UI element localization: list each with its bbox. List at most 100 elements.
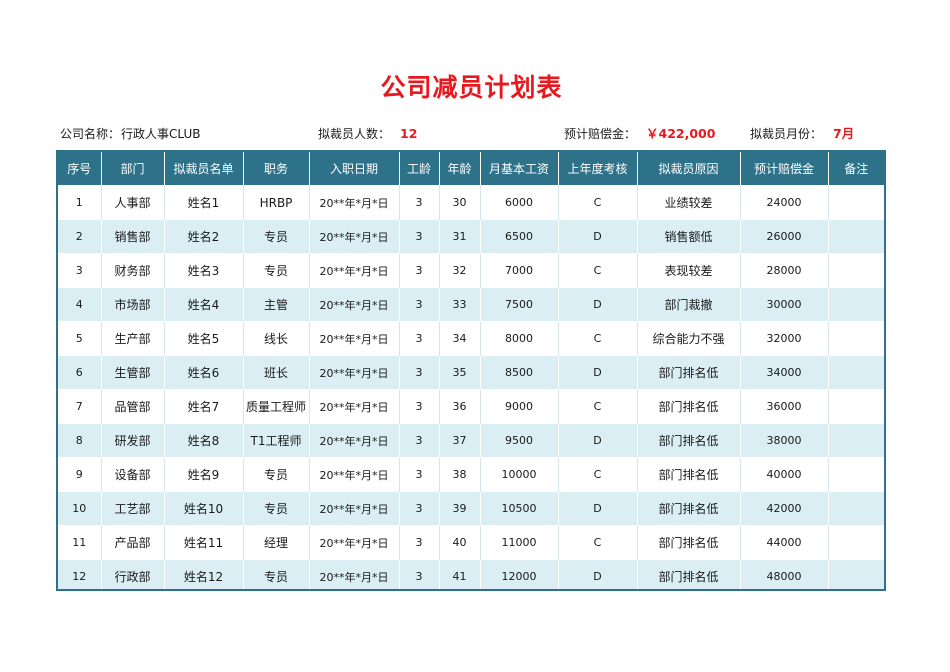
table-cell[interactable]: 3 — [399, 253, 440, 288]
table-cell[interactable]: C — [558, 321, 638, 356]
table-cell[interactable]: 10 — [58, 491, 102, 526]
table-cell[interactable]: 部门排名低 — [637, 559, 741, 589]
table-cell[interactable]: D — [558, 219, 638, 254]
table-cell[interactable]: 部门排名低 — [637, 423, 741, 458]
table-cell[interactable]: 姓名1 — [164, 185, 244, 220]
table-cell[interactable]: 33 — [439, 287, 481, 322]
table-cell[interactable]: 姓名7 — [164, 389, 244, 424]
table-cell[interactable]: 3 — [399, 457, 440, 492]
table-cell[interactable]: D — [558, 355, 638, 390]
table-cell[interactable]: 20**年*月*日 — [309, 491, 400, 526]
table-cell[interactable]: 32000 — [740, 321, 829, 356]
table-cell[interactable]: 42000 — [740, 491, 829, 526]
table-cell[interactable]: 40 — [439, 525, 481, 560]
table-cell[interactable]: C — [558, 185, 638, 220]
table-cell[interactable]: 20**年*月*日 — [309, 423, 400, 458]
table-cell[interactable]: 财务部 — [101, 253, 165, 288]
table-cell[interactable]: 8 — [58, 423, 102, 458]
table-cell[interactable]: 市场部 — [101, 287, 165, 322]
table-cell[interactable]: 姓名5 — [164, 321, 244, 356]
table-cell[interactable]: 35 — [439, 355, 481, 390]
table-cell[interactable]: 生产部 — [101, 321, 165, 356]
table-cell[interactable]: 32 — [439, 253, 481, 288]
table-cell[interactable]: 7000 — [480, 253, 559, 288]
table-cell[interactable]: 30 — [439, 185, 481, 220]
table-cell[interactable]: 姓名4 — [164, 287, 244, 322]
table-cell[interactable]: 6000 — [480, 185, 559, 220]
table-cell[interactable]: 部门裁撤 — [637, 287, 741, 322]
table-cell[interactable]: 姓名6 — [164, 355, 244, 390]
table-cell[interactable]: 部门排名低 — [637, 457, 741, 492]
table-cell[interactable]: 20**年*月*日 — [309, 559, 400, 589]
table-cell[interactable]: 部门排名低 — [637, 525, 741, 560]
table-cell[interactable]: 经理 — [243, 525, 310, 560]
table-cell[interactable]: 48000 — [740, 559, 829, 589]
table-cell[interactable]: 37 — [439, 423, 481, 458]
table-cell[interactable] — [828, 423, 884, 458]
table-cell[interactable]: 38 — [439, 457, 481, 492]
table-cell[interactable] — [828, 321, 884, 356]
table-cell[interactable]: 7 — [58, 389, 102, 424]
table-cell[interactable]: 36000 — [740, 389, 829, 424]
table-cell[interactable] — [828, 287, 884, 322]
table-cell[interactable]: 20**年*月*日 — [309, 457, 400, 492]
table-cell[interactable]: 40000 — [740, 457, 829, 492]
table-cell[interactable]: 姓名12 — [164, 559, 244, 589]
table-cell[interactable]: 20**年*月*日 — [309, 253, 400, 288]
table-cell[interactable]: 姓名2 — [164, 219, 244, 254]
table-cell[interactable]: 产品部 — [101, 525, 165, 560]
compensation-value[interactable]: ￥422,000 — [646, 124, 715, 144]
table-cell[interactable]: 品管部 — [101, 389, 165, 424]
table-cell[interactable]: 3 — [399, 525, 440, 560]
table-cell[interactable]: 专员 — [243, 457, 310, 492]
table-cell[interactable]: 8500 — [480, 355, 559, 390]
company-name-value[interactable]: 行政人事CLUB — [121, 124, 200, 144]
table-cell[interactable]: 36 — [439, 389, 481, 424]
table-cell[interactable]: 部门排名低 — [637, 389, 741, 424]
table-cell[interactable] — [828, 457, 884, 492]
table-cell[interactable]: 26000 — [740, 219, 829, 254]
table-cell[interactable]: HRBP — [243, 185, 310, 220]
table-cell[interactable]: 9500 — [480, 423, 559, 458]
table-cell[interactable]: 3 — [399, 389, 440, 424]
table-cell[interactable]: 38000 — [740, 423, 829, 458]
table-cell[interactable]: 3 — [399, 491, 440, 526]
table-cell[interactable]: 20**年*月*日 — [309, 185, 400, 220]
table-cell[interactable]: 3 — [399, 321, 440, 356]
table-cell[interactable]: 12 — [58, 559, 102, 589]
table-cell[interactable] — [828, 355, 884, 390]
table-cell[interactable]: D — [558, 491, 638, 526]
table-cell[interactable]: 9 — [58, 457, 102, 492]
table-cell[interactable] — [828, 389, 884, 424]
table-cell[interactable]: 姓名10 — [164, 491, 244, 526]
table-cell[interactable]: 20**年*月*日 — [309, 355, 400, 390]
table-cell[interactable]: 销售部 — [101, 219, 165, 254]
table-cell[interactable] — [828, 491, 884, 526]
table-cell[interactable] — [828, 559, 884, 589]
table-cell[interactable]: 3 — [399, 423, 440, 458]
table-cell[interactable]: 34000 — [740, 355, 829, 390]
table-cell[interactable]: 4 — [58, 287, 102, 322]
table-cell[interactable]: D — [558, 287, 638, 322]
table-cell[interactable] — [828, 525, 884, 560]
table-cell[interactable]: 专员 — [243, 491, 310, 526]
table-cell[interactable]: C — [558, 389, 638, 424]
table-cell[interactable]: 12000 — [480, 559, 559, 589]
table-cell[interactable]: 20**年*月*日 — [309, 389, 400, 424]
table-cell[interactable]: 3 — [399, 219, 440, 254]
table-cell[interactable]: 11000 — [480, 525, 559, 560]
table-cell[interactable]: 综合能力不强 — [637, 321, 741, 356]
table-cell[interactable]: 部门排名低 — [637, 355, 741, 390]
table-cell[interactable]: 部门排名低 — [637, 491, 741, 526]
table-cell[interactable]: 30000 — [740, 287, 829, 322]
table-cell[interactable] — [828, 219, 884, 254]
table-cell[interactable]: 3 — [399, 355, 440, 390]
table-cell[interactable]: 9000 — [480, 389, 559, 424]
table-cell[interactable]: D — [558, 559, 638, 589]
table-cell[interactable]: 姓名9 — [164, 457, 244, 492]
table-cell[interactable]: T1工程师 — [243, 423, 310, 458]
table-cell[interactable] — [828, 185, 884, 220]
table-cell[interactable]: 24000 — [740, 185, 829, 220]
table-cell[interactable]: 10500 — [480, 491, 559, 526]
table-cell[interactable]: 行政部 — [101, 559, 165, 589]
